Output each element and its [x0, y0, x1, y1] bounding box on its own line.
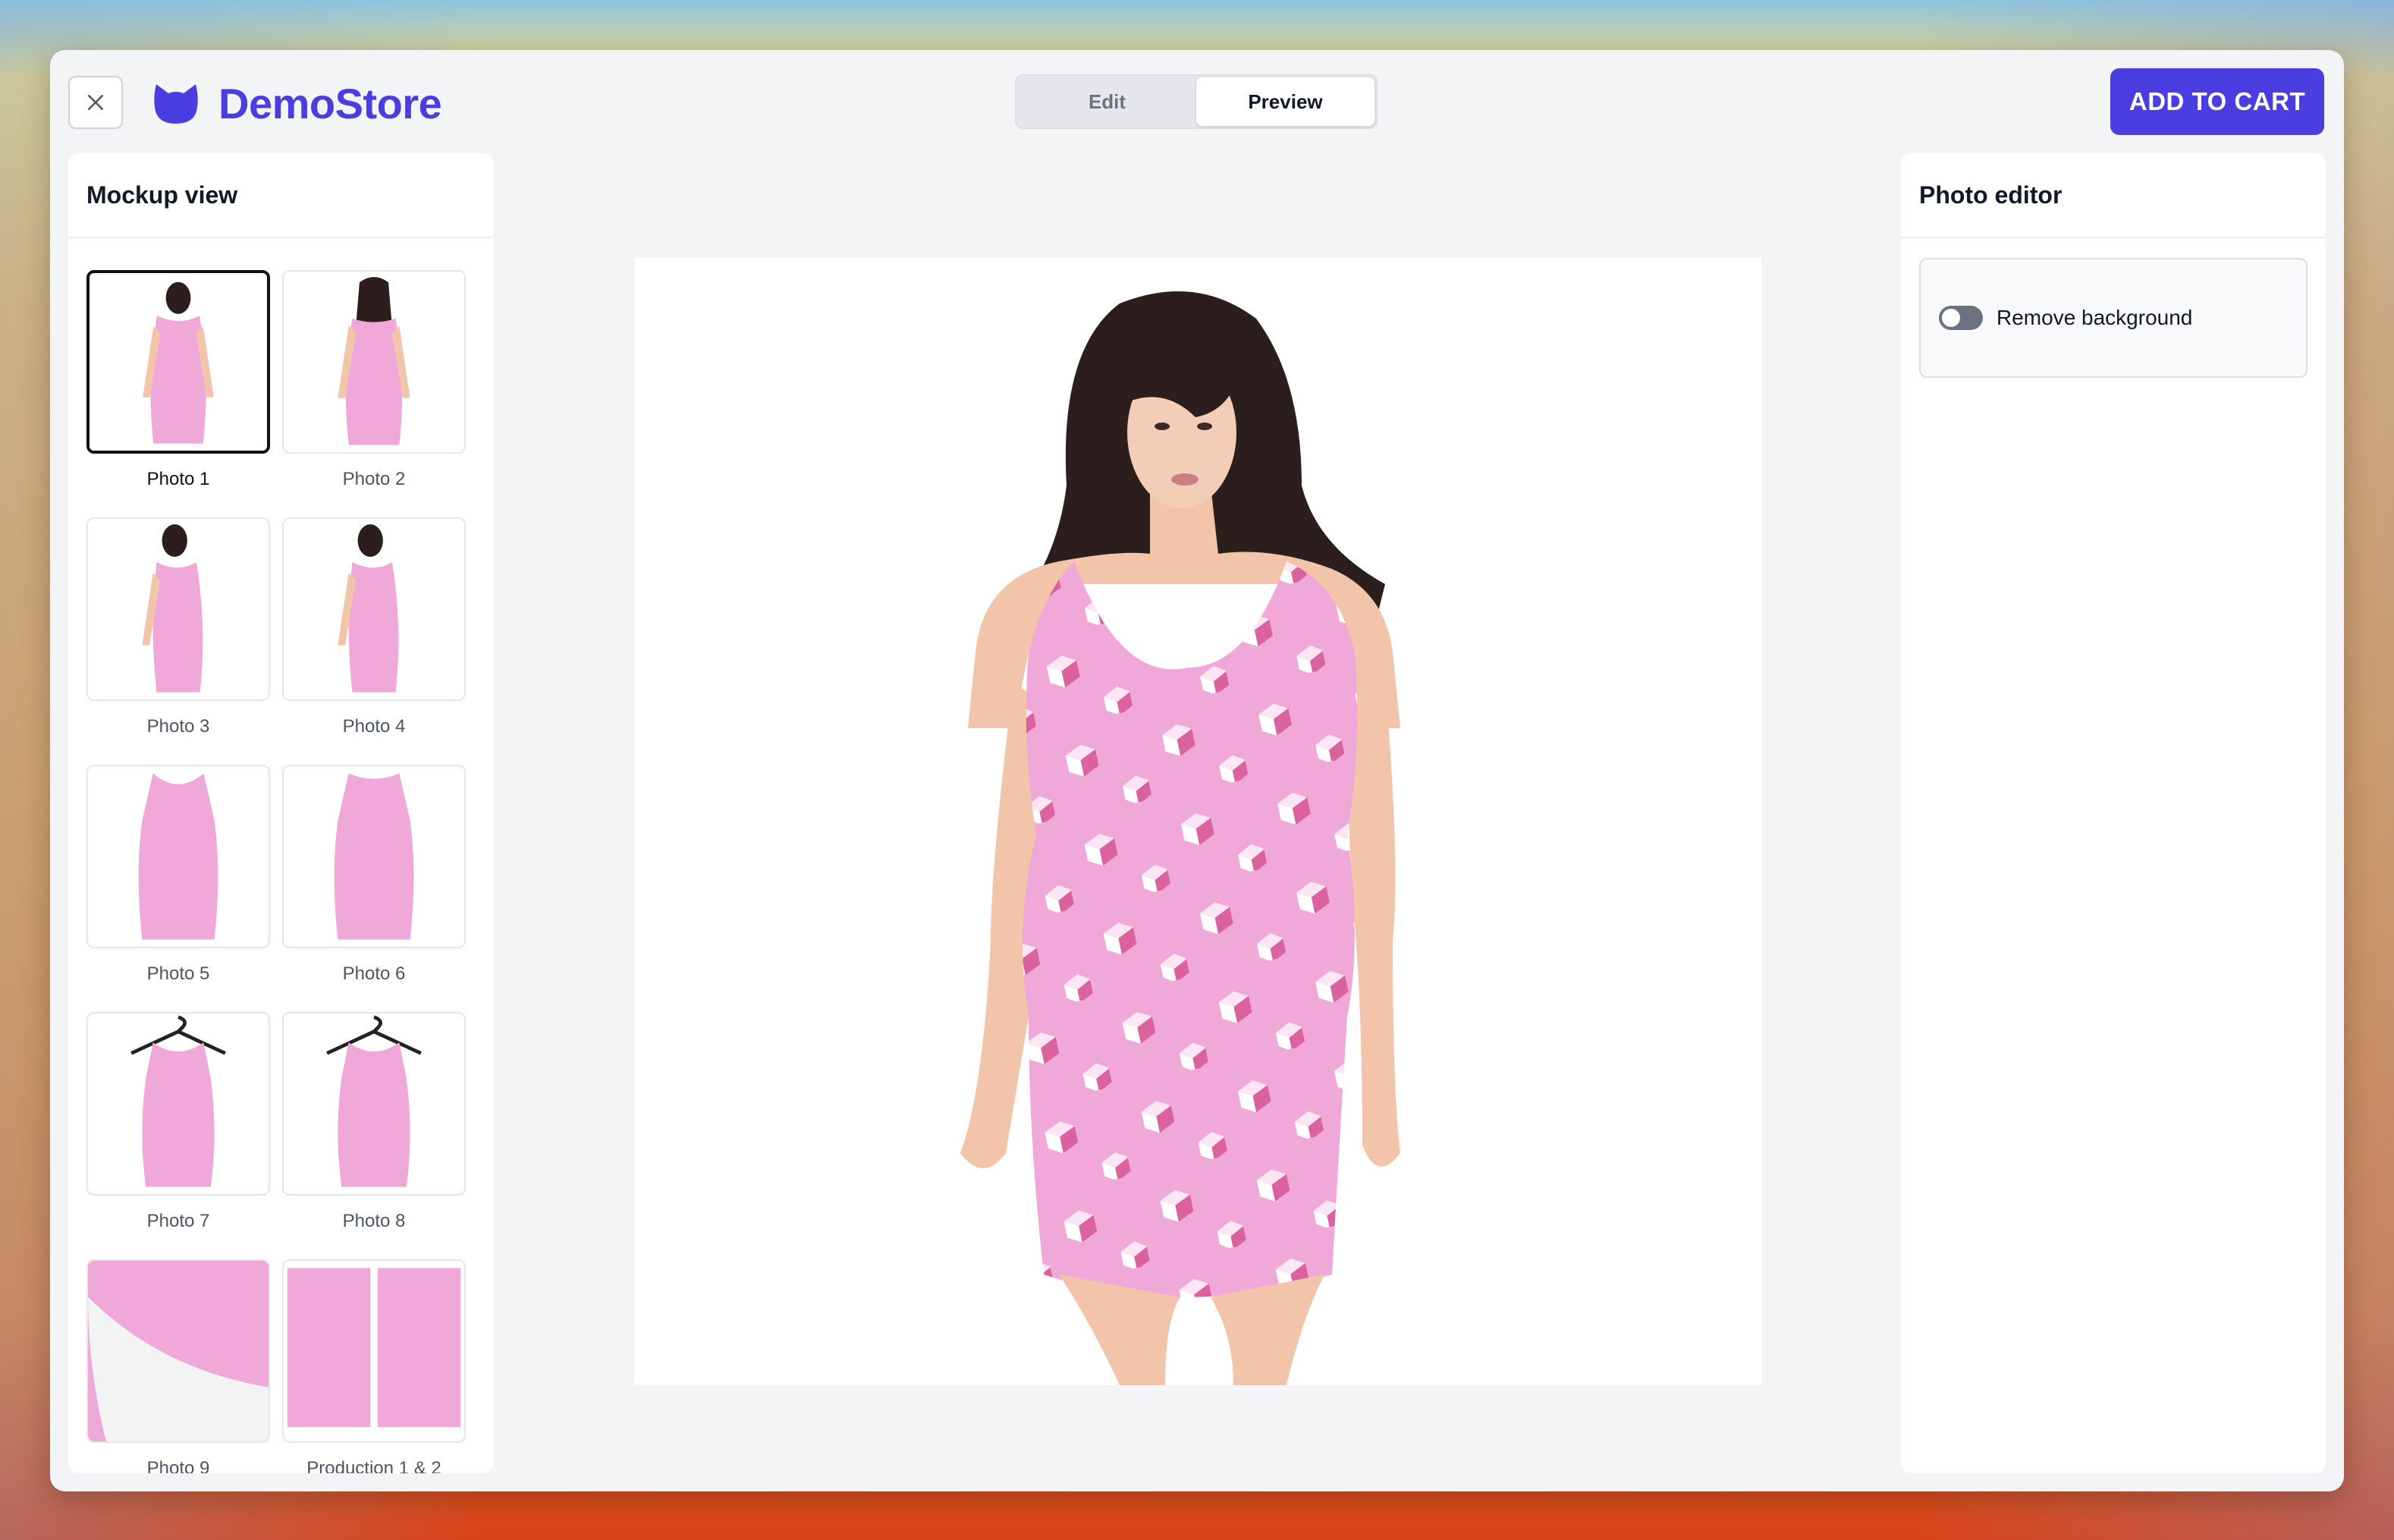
- thumbnail-picture: [284, 272, 464, 452]
- mockup-thumbnail-image[interactable]: [282, 270, 466, 454]
- mockup-thumbnail-label: Photo 1: [146, 469, 210, 489]
- remove-background-toggle[interactable]: [1939, 306, 1983, 330]
- mockup-thumbnail-image[interactable]: [86, 1012, 270, 1196]
- mockup-thumbnail[interactable]: Photo 5: [86, 765, 270, 986]
- thumbnail-picture: [88, 766, 269, 947]
- thumbnail-picture: [284, 1261, 464, 1441]
- mockup-thumbnail-label: Photo 4: [342, 716, 406, 737]
- remove-background-option: Remove background: [1919, 258, 2308, 378]
- mockup-thumbnail-label: Photo 3: [146, 716, 210, 737]
- mockup-thumbnail-label: Photo 9: [146, 1458, 210, 1473]
- mockup-thumbnail[interactable]: Photo 1: [86, 270, 270, 492]
- mockup-thumbnail-image[interactable]: [282, 1259, 466, 1443]
- thumbnail-picture: [284, 766, 464, 947]
- add-to-cart-button[interactable]: ADD TO CART: [2110, 68, 2324, 135]
- mockup-thumbnail-label: Photo 7: [146, 1211, 210, 1231]
- thumbnail-picture: [284, 1014, 464, 1194]
- mockup-view-title: Mockup view: [68, 153, 493, 238]
- thumbnail-picture: [88, 519, 269, 699]
- thumbnail-picture: [88, 1261, 269, 1441]
- tab-edit[interactable]: Edit: [1018, 77, 1196, 126]
- mockup-thumbnail-label: Production 1 & 2: [306, 1458, 441, 1473]
- close-button[interactable]: [68, 76, 123, 129]
- mockup-thumbnail-image[interactable]: [86, 1259, 270, 1443]
- mockup-thumbnail-image[interactable]: [86, 270, 270, 454]
- mockup-thumbnail[interactable]: Production 1 & 2: [282, 1259, 466, 1473]
- thumbnail-picture: [284, 519, 464, 699]
- mockup-thumbnail-label: Photo 5: [146, 963, 210, 984]
- mockup-thumbnail-image[interactable]: [282, 765, 466, 948]
- photo-editor-panel: Photo editor Remove background: [1901, 153, 2326, 1473]
- mockup-view-panel: Mockup view Photo 1 Photo 2 Photo 3 Photo 4…: [68, 153, 493, 1473]
- mockup-thumbnail[interactable]: Photo 8: [282, 1012, 466, 1234]
- mockup-thumbnail-image[interactable]: [86, 765, 270, 948]
- close-icon: [88, 95, 103, 110]
- mockup-thumbnail-grid: Photo 1 Photo 2 Photo 3 Photo 4 Photo 5 Photo…: [86, 270, 466, 1473]
- thumbnail-picture: [88, 1014, 269, 1194]
- brand-name: DemoStore: [218, 80, 442, 127]
- mockup-thumbnail[interactable]: Photo 6: [282, 765, 466, 986]
- mockup-thumbnail-label: Photo 2: [342, 469, 406, 489]
- remove-background-label: Remove background: [1997, 306, 2193, 329]
- preview-image: [960, 291, 1400, 1385]
- mockup-thumbnail[interactable]: Photo 3: [86, 517, 270, 739]
- mockup-thumbnail-image[interactable]: [282, 1012, 466, 1196]
- photo-editor-title: Photo editor: [1901, 153, 2326, 238]
- brand-logo[interactable]: DemoStore: [152, 79, 442, 128]
- app-window: DemoStore Edit Preview ADD TO CART Mocku…: [50, 50, 2344, 1491]
- tab-preview[interactable]: Preview: [1196, 77, 1375, 126]
- mockup-thumbnail[interactable]: Photo 2: [282, 270, 466, 492]
- mockup-thumbnail-label: Photo 6: [342, 963, 406, 984]
- thumbnail-picture: [90, 273, 267, 451]
- mockup-thumbnail[interactable]: Photo 7: [86, 1012, 270, 1234]
- mockup-thumbnail[interactable]: Photo 9: [86, 1259, 270, 1473]
- mockup-thumbnail-label: Photo 8: [342, 1211, 406, 1231]
- cat-logo-icon: [154, 83, 198, 124]
- toggle-knob: [1942, 309, 1960, 327]
- mockup-thumbnail[interactable]: Photo 4: [282, 517, 466, 739]
- preview-canvas: [634, 258, 1761, 1385]
- mockup-thumbnail-image[interactable]: [86, 517, 270, 701]
- mode-switcher: Edit Preview: [1015, 74, 1378, 129]
- mockup-thumbnail-image[interactable]: [282, 517, 466, 701]
